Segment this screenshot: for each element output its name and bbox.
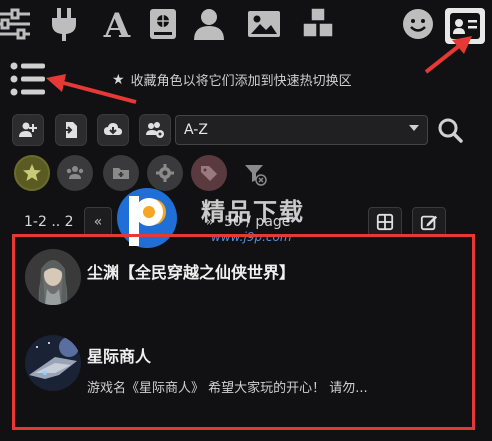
svg-text:A: A <box>103 6 131 42</box>
grid-view-button[interactable] <box>368 207 402 237</box>
sort-select[interactable]: A-Z <box>175 115 428 145</box>
filter-favorites-button[interactable] <box>14 155 50 191</box>
double-chevron-left-icon: « <box>93 214 103 230</box>
bulk-edit-button[interactable] <box>412 207 446 237</box>
book-icon[interactable] <box>143 4 183 44</box>
filter-groups-button[interactable] <box>57 155 93 191</box>
user-icon[interactable] <box>189 4 229 44</box>
image-icon[interactable] <box>244 4 284 44</box>
search-icon[interactable] <box>436 116 464 144</box>
character-name[interactable]: 星际商人 <box>87 343 151 367</box>
watermark-title: 精品下载 <box>201 198 305 226</box>
character-description: 游戏名《星际商人》 希望大家玩的开心！ 请勿... <box>87 381 368 396</box>
create-character-button[interactable] <box>12 114 44 146</box>
star-icon: ★ <box>112 71 125 88</box>
chevron-down-icon <box>409 125 419 131</box>
character-item[interactable] <box>25 335 81 391</box>
plug-icon[interactable] <box>44 4 84 44</box>
avatar <box>25 249 81 305</box>
avatar <box>25 335 81 391</box>
prev-page-button[interactable]: « <box>84 207 112 237</box>
filter-clear-icon[interactable] <box>243 162 267 186</box>
import-file-button[interactable] <box>55 114 87 146</box>
sliders-icon[interactable] <box>0 4 34 44</box>
font-icon[interactable]: A <box>97 4 137 44</box>
group-settings-button[interactable] <box>139 114 171 146</box>
cubes-icon[interactable] <box>298 4 338 44</box>
character-item[interactable] <box>25 249 81 305</box>
annotation-arrow-top <box>424 36 472 74</box>
character-name[interactable]: 尘渊【全民穿越之仙侠世界】 <box>87 259 295 283</box>
cloud-download-button[interactable] <box>97 114 129 146</box>
favorites-hint: ★ 收藏角色以将它们添加到快速热切换区 <box>112 70 352 90</box>
top-tab-bar: A <box>0 0 492 50</box>
pagination-range: 1-2 .. 2 <box>24 214 74 230</box>
character-list: 尘渊【全民穿越之仙侠世界】 星际商人 游戏名《星际商人》 希望大家玩的开心！ 请… <box>12 234 475 430</box>
sort-select-value: A-Z <box>184 122 208 138</box>
favorites-hint-text: 收藏角色以将它们添加到快速热切换区 <box>130 74 352 89</box>
